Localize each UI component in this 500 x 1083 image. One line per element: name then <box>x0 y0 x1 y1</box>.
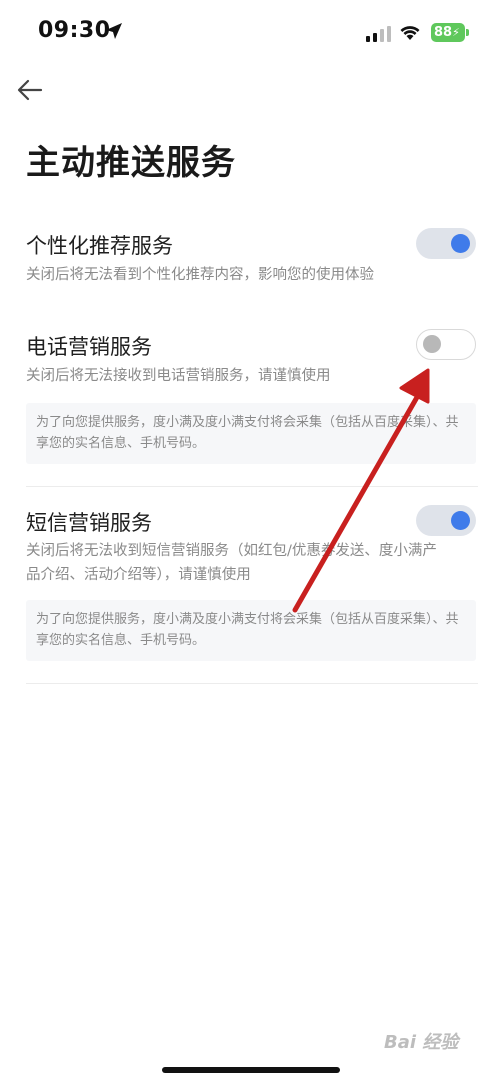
sms-marketing-toggle[interactable] <box>416 505 476 536</box>
toggle-knob <box>423 335 441 353</box>
setting-title: 个性化推荐服务 <box>26 234 173 258</box>
setting-title: 电话营销服务 <box>26 335 152 359</box>
cellular-signal-icon <box>366 26 391 42</box>
status-time: 09:30 <box>38 18 111 43</box>
setting-title: 短信营销服务 <box>26 511 152 535</box>
divider <box>26 486 478 487</box>
home-indicator[interactable] <box>162 1067 340 1073</box>
personalized-recommendation-toggle[interactable] <box>416 228 476 259</box>
privacy-note: 为了向您提供服务，度小满及度小满支付将会采集（包括从百度采集）、共享您的实名信息… <box>26 403 476 464</box>
privacy-note: 为了向您提供服务，度小满及度小满支付将会采集（包括从百度采集）、共享您的实名信息… <box>26 600 476 661</box>
page-title: 主动推送服务 <box>26 143 236 183</box>
setting-description: 关闭后将无法看到个性化推荐内容，影响您的使用体验 <box>26 267 374 283</box>
back-button[interactable] <box>14 74 46 106</box>
phone-marketing-toggle[interactable] <box>416 329 476 360</box>
toggle-knob <box>451 511 470 530</box>
watermark-text: Bai 经验 <box>384 1032 459 1053</box>
arrow-left-icon <box>17 79 43 101</box>
battery-level: 88 <box>434 25 453 40</box>
divider <box>26 683 478 684</box>
wifi-icon <box>400 26 420 40</box>
location-arrow-icon <box>106 23 122 39</box>
setting-sms-marketing: 短信营销服务 关闭后将无法收到短信营销服务（如红包/优惠券发送、度小满产品介绍、… <box>26 505 478 667</box>
toggle-knob <box>451 234 470 253</box>
battery-indicator: 88⚡ <box>431 23 465 42</box>
setting-phone-marketing: 电话营销服务 关闭后将无法接收到电话营销服务，请谨慎使用 为了向您提供服务，度小… <box>26 329 478 471</box>
setting-personalized-recommendation: 个性化推荐服务 关闭后将无法看到个性化推荐内容，影响您的使用体验 <box>26 228 478 300</box>
battery-cap <box>466 29 469 36</box>
setting-description: 关闭后将无法接收到电话营销服务，请谨慎使用 <box>26 368 331 384</box>
status-bar: 09:30 88⚡ <box>0 0 500 70</box>
setting-description: 关闭后将无法收到短信营销服务（如红包/优惠券发送、度小满产品介绍、活动介绍等），… <box>26 543 437 583</box>
